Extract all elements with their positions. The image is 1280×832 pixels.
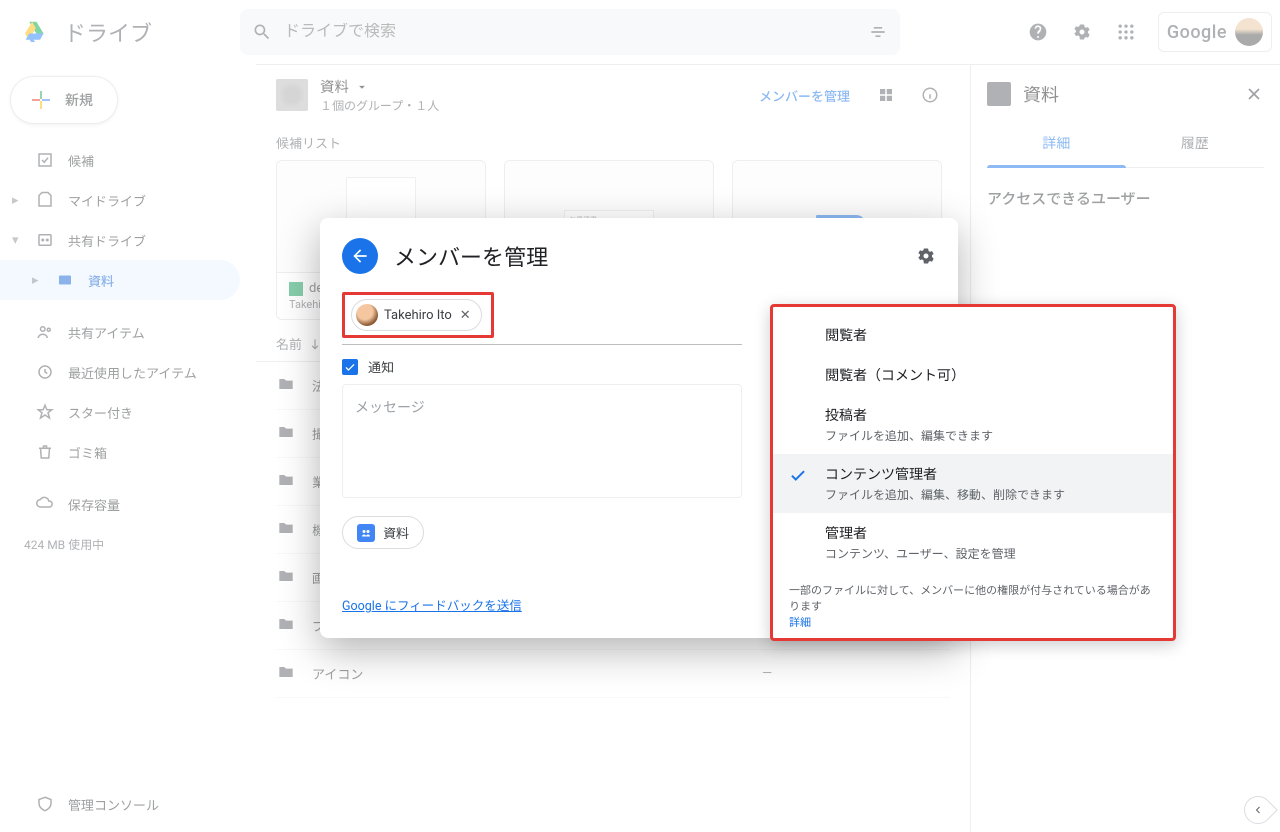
google-label: Google	[1167, 22, 1227, 43]
role-label: コンテンツ管理者	[825, 464, 1065, 484]
folder-icon	[276, 662, 296, 686]
member-chip[interactable]: Takehiro Ito ✕	[351, 299, 482, 331]
folder-modified: —	[762, 666, 772, 681]
chip-remove-icon[interactable]: ✕	[458, 308, 473, 323]
role-footlink[interactable]: 詳細	[789, 616, 811, 629]
folder-icon	[276, 422, 296, 446]
member-chip-name: Takehiro Ito	[384, 308, 452, 323]
shared-drive-title[interactable]: 資料	[320, 76, 439, 97]
role-footnote: 一部のファイルに対して、メンバーに他の権限が付与されている場合があります	[789, 584, 1151, 613]
help-icon[interactable]	[1018, 12, 1058, 52]
sidebar-item-mydrive[interactable]: ▸マイドライブ	[0, 180, 240, 220]
folder-name: アイコン	[312, 664, 762, 683]
folder-row[interactable]: アイコン—	[276, 650, 950, 698]
sidebar-item-starred[interactable]: スター付き	[0, 392, 240, 432]
app-header: ドライブ Google	[0, 0, 1280, 64]
member-input-highlight: Takehiro Ito ✕	[342, 292, 494, 338]
role-option[interactable]: 管理者コンテンツ、ユーザー、設定を管理	[773, 513, 1173, 572]
tab-history[interactable]: 履歴	[1126, 119, 1265, 167]
suggestions-label: 候補リスト	[256, 125, 970, 160]
sidebar-item-shared[interactable]: 共有アイテム	[0, 312, 240, 352]
source-chip-label: 資料	[383, 523, 409, 542]
dialog-settings-icon[interactable]	[916, 246, 936, 266]
source-chip: 資料	[342, 516, 424, 549]
storage-used: 424 MB 使用中	[24, 536, 256, 553]
notify-checkbox[interactable]	[342, 359, 358, 375]
details-title: 資料	[1023, 81, 1232, 107]
new-button-label: 新規	[65, 90, 93, 110]
role-label: 投稿者	[825, 405, 993, 425]
folder-icon	[276, 566, 296, 590]
sidebar-item-admin[interactable]: 管理コンソール	[0, 784, 240, 824]
role-desc: ファイルを追加、編集できます	[825, 427, 993, 444]
dialog-back-button[interactable]	[342, 238, 378, 274]
search-icon	[252, 22, 272, 42]
dialog-title: メンバーを管理	[394, 240, 900, 272]
avatar	[1235, 18, 1263, 46]
account-switcher[interactable]: Google	[1158, 12, 1272, 52]
sidebar-item-storage[interactable]: 保存容量	[0, 484, 240, 524]
feedback-link[interactable]: Google にフィードバックを送信	[342, 595, 522, 614]
new-button[interactable]: 新規	[10, 76, 118, 124]
sidebar-item-shareddrives[interactable]: ▾共有ドライブ	[0, 220, 240, 260]
sidebar-item-suggestions[interactable]: 候補	[0, 140, 240, 180]
plus-icon	[29, 88, 53, 112]
role-option[interactable]: 閲覧者	[773, 315, 1173, 355]
manage-members-link[interactable]: メンバーを管理	[747, 78, 862, 113]
tab-details[interactable]: 詳細	[987, 119, 1126, 167]
role-desc: ファイルを追加、編集、移動、削除できます	[825, 486, 1065, 503]
folder-icon	[276, 470, 296, 494]
sidebar-item-recent[interactable]: 最近使用したアイテム	[0, 352, 240, 392]
shared-drive-thumb	[276, 79, 308, 111]
shared-drive-subtitle: １個のグループ・１人	[320, 97, 439, 114]
role-label: 閲覧者	[825, 325, 867, 345]
chevron-down-icon	[355, 80, 369, 94]
role-desc: コンテンツ、ユーザー、設定を管理	[825, 545, 1016, 562]
search-options-icon[interactable]	[868, 22, 888, 42]
info-icon[interactable]	[910, 75, 950, 115]
folder-icon	[276, 614, 296, 638]
sidebar-item-trash[interactable]: ゴミ箱	[0, 432, 240, 472]
role-label: 閲覧者（コメント可）	[825, 365, 965, 385]
grid-view-icon[interactable]	[866, 75, 906, 115]
apps-icon[interactable]	[1106, 12, 1146, 52]
drive-logo	[16, 12, 56, 52]
close-icon[interactable]	[1244, 84, 1264, 104]
product-name: ドライブ	[64, 16, 152, 48]
sidebar: 新規 候補 ▸マイドライブ ▾共有ドライブ ▸資料 共有アイテム 最近使用したア…	[0, 64, 256, 832]
role-option[interactable]: コンテンツ管理者ファイルを追加、編集、移動、削除できます	[773, 454, 1173, 513]
folder-icon	[276, 518, 296, 542]
search-bar[interactable]	[240, 9, 900, 55]
sidebar-item-shiryou[interactable]: ▸資料	[0, 260, 240, 300]
search-input[interactable]	[284, 23, 856, 41]
role-label: 管理者	[825, 523, 1016, 543]
check-icon	[789, 466, 807, 488]
role-option[interactable]: 閲覧者（コメント可）	[773, 355, 1173, 395]
settings-icon[interactable]	[1062, 12, 1102, 52]
folder-icon	[276, 374, 296, 398]
shared-drive-chip-icon	[357, 524, 375, 542]
access-label: アクセスできるユーザー	[987, 188, 1264, 209]
details-drive-icon	[987, 82, 1011, 106]
role-option[interactable]: 投稿者ファイルを追加、編集できます	[773, 395, 1173, 454]
notify-label: 通知	[368, 357, 394, 376]
role-dropdown: 閲覧者閲覧者（コメント可） 投稿者ファイルを追加、編集できますコンテンツ管理者ファ…	[770, 304, 1176, 641]
message-input[interactable]: メッセージ	[342, 384, 742, 498]
member-avatar	[356, 304, 378, 326]
